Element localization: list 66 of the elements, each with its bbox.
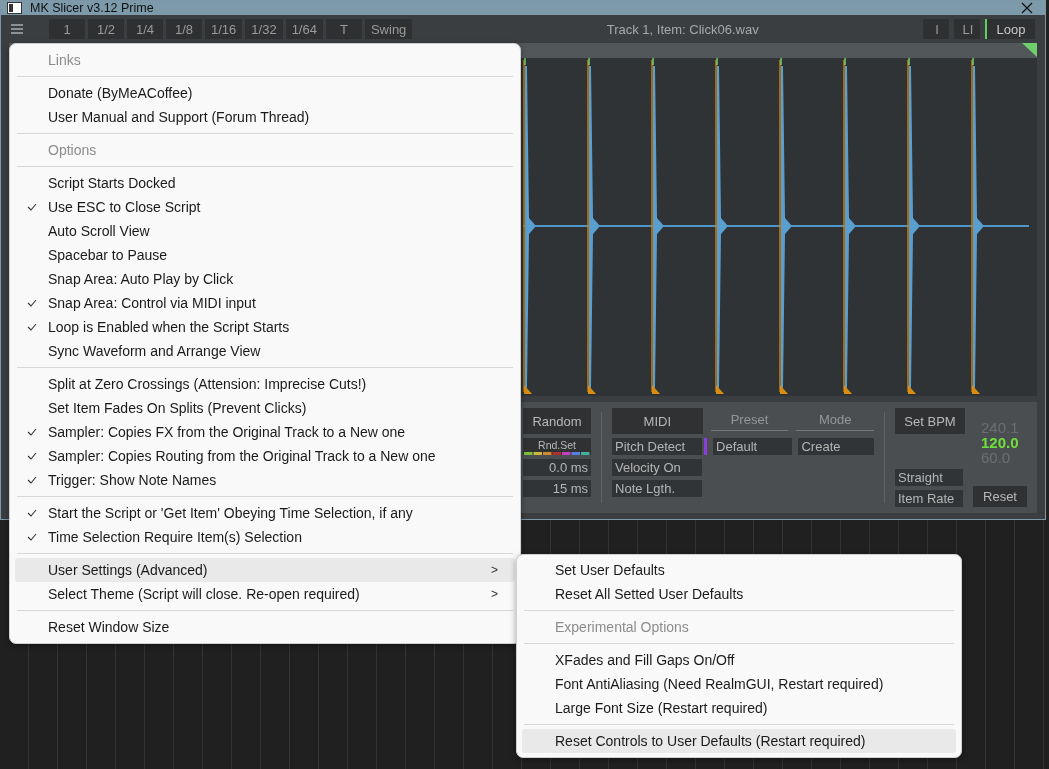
menu-item[interactable]: Loop is Enabled when the Script Starts [15,315,515,339]
menu-item[interactable]: Large Font Size (Restart required) [522,696,956,720]
window-title: MK Slicer v3.12 Prime [30,1,155,15]
menu-item[interactable]: Select Theme (Script will close. Re-open required) > [15,582,515,606]
menu-section-label: Links [47,51,82,70]
menu-item[interactable]: Reset All Setted User Defaults [522,582,956,606]
bpm-value: 120.0 [981,435,1019,450]
menu-item[interactable]: Sampler: Copies Routing from the Original Track to a New one [15,444,515,468]
menu-item[interactable]: Split at Zero Crossings (Attension: Imprecise Cuts!) [15,372,515,396]
view-toggle-button[interactable]: I [923,19,949,39]
menu-item[interactable]: Time Selection Require Item(s) Selection [15,525,515,549]
random-button[interactable]: Random [523,408,592,434]
menu-item[interactable]: Sync Waveform and Arrange View [15,339,515,363]
view-toggle-button[interactable]: LI [954,19,980,39]
rate-option[interactable]: Item Rate [895,490,963,507]
grid-button[interactable]: T [325,19,362,39]
offset-field[interactable]: 0.0 ms [523,459,592,476]
menu-section-label: Options [47,141,98,160]
menu-item[interactable]: Reset Window Size [15,615,515,639]
menu-item[interactable]: Set Item Fades On Splits (Prevent Clicks) [15,396,515,420]
menu-item[interactable]: Set User Defaults [522,558,956,582]
menu-item[interactable]: Reset Controls to User Defaults (Restart required) [522,729,956,753]
menu-item[interactable]: Sampler: Copies FX from the Original Track to a New one [15,420,515,444]
rnd-set-button[interactable]: Rnd.Set [523,438,592,455]
menu-item[interactable]: Font AntiAliasing (Need RealmGUI, Restart required) [522,672,956,696]
offset-field[interactable]: 15 ms [523,480,592,497]
mode-label: Mode [796,408,875,431]
grid-button[interactable]: Swing [364,19,413,39]
set-bpm-button[interactable]: Set BPM [895,408,965,434]
menu-item[interactable]: Use ESC to Close Script [15,195,515,219]
grid-button[interactable]: 1/8 [166,19,202,39]
menu-item[interactable]: Donate (ByMeACoffee) [15,81,515,105]
menu-icon[interactable] [11,24,23,34]
menu-item[interactable]: Snap Area: Control via MIDI input [15,291,515,315]
submenu-arrow: > [491,563,499,577]
menu-item[interactable]: User Manual and Support (Forum Thread) [15,105,515,129]
menu-item[interactable]: Snap Area: Auto Play by Click [15,267,515,291]
menu-item[interactable]: Trigger: Show Note Names [15,468,515,492]
midi-option[interactable]: Pitch Detect [612,438,703,455]
reset-button[interactable]: Reset [973,486,1027,507]
grid-button[interactable]: 1/64 [285,19,323,39]
menu-item[interactable]: XFades and Fill Gaps On/Off [522,648,956,672]
menu-item[interactable]: Start the Script or 'Get Item' Obeying Time Selection, if any [15,501,515,525]
grid-button[interactable]: 1/4 [127,19,163,39]
close-icon[interactable] [1021,2,1033,14]
midi-option[interactable]: Note Lgth. [612,480,703,497]
menu-item[interactable]: Script Starts Docked [15,171,515,195]
rate-option[interactable]: Straight [895,469,963,486]
grid-button[interactable]: 1/16 [205,19,243,39]
menu-item[interactable]: Spacebar to Pause [15,243,515,267]
submenu-arrow: > [491,587,499,601]
grid-button[interactable]: 1/2 [88,19,124,39]
midi-option[interactable]: Velocity On [612,459,703,476]
menu-item[interactable]: User Settings (Advanced) > [15,558,515,582]
menu-section-label: Experimental Options [554,618,690,637]
menu-item[interactable]: Auto Scroll View [15,219,515,243]
grid-button[interactable]: 1/32 [245,19,283,39]
grid-button[interactable]: 1 [49,19,85,39]
color-strip-icon [524,452,591,455]
preset-dropdown[interactable]: Default [713,438,793,455]
midi-button[interactable]: MIDI [612,408,703,434]
preset-label: Preset [710,408,789,431]
mode-dropdown[interactable]: Create [798,438,875,455]
item-info: Track 1, Item: Click06.wav [605,21,760,37]
view-toggle-button[interactable]: Loop [985,19,1035,39]
window-icon [7,2,22,14]
